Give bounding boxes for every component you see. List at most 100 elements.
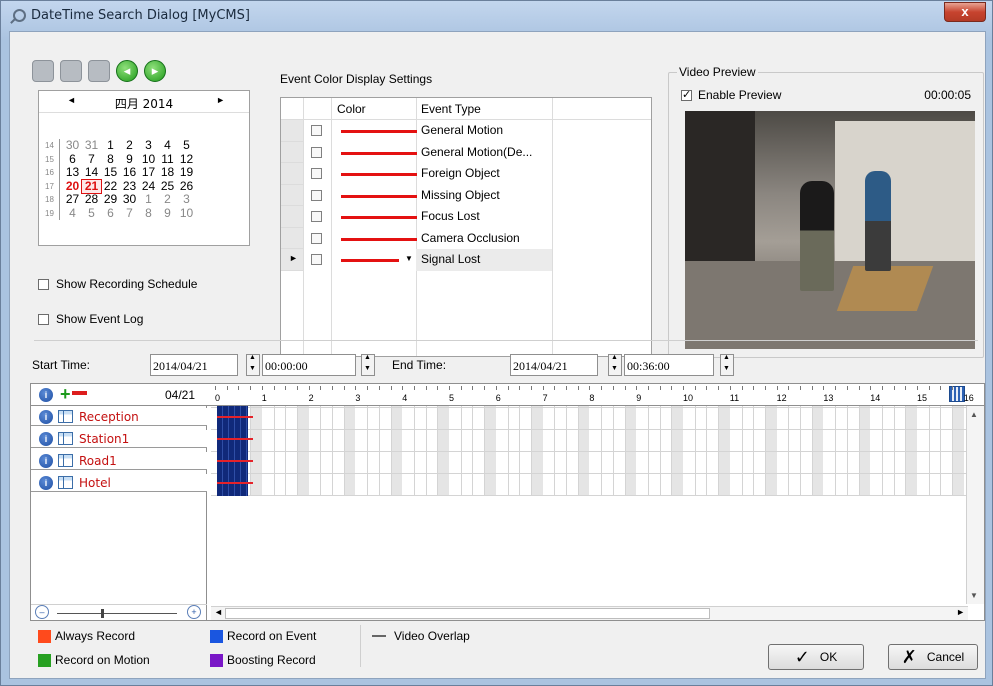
horizontal-scrollbar[interactable]: ◄ ► bbox=[211, 606, 968, 620]
camera-info-icon[interactable]: i bbox=[39, 454, 53, 468]
calendar-day[interactable]: 2 bbox=[158, 193, 177, 207]
calendar-day[interactable]: 26 bbox=[177, 179, 196, 194]
event-enable-checkbox[interactable] bbox=[311, 168, 322, 179]
recording-grid[interactable] bbox=[211, 406, 968, 496]
zoom-slider[interactable]: – + bbox=[31, 604, 207, 620]
ok-button[interactable]: ✓ OK bbox=[768, 644, 864, 670]
calendar-day[interactable]: 27 bbox=[63, 193, 82, 207]
calendar-day[interactable]: 21 bbox=[81, 178, 102, 194]
calendar-day[interactable]: 5 bbox=[82, 206, 101, 221]
camera-info-icon[interactable]: i bbox=[39, 432, 53, 446]
calendar-day[interactable]: 17 bbox=[139, 166, 158, 180]
calendar-day[interactable]: 3 bbox=[177, 193, 196, 207]
event-color-line[interactable] bbox=[341, 216, 417, 219]
end-date-spinner[interactable] bbox=[608, 354, 622, 376]
calendar-day[interactable]: 30 bbox=[63, 139, 82, 153]
calendar-day[interactable]: 8 bbox=[139, 206, 158, 221]
event-type-row[interactable]: ► ▼ Signal Lost bbox=[281, 249, 651, 271]
time-ruler[interactable]: 0 1 2 3 4 5 6 7 8 9 10 11 12 13 14 15 16 bbox=[211, 384, 974, 406]
calendar-day[interactable]: 6 bbox=[101, 206, 120, 221]
event-type-row[interactable]: Focus Lost bbox=[281, 206, 651, 228]
show-recording-schedule-option[interactable]: Show Recording Schedule bbox=[38, 277, 197, 291]
next-green-icon[interactable]: ▸ bbox=[144, 60, 166, 82]
end-time-input[interactable]: 00:36:00 bbox=[624, 354, 714, 376]
zoom-out-icon[interactable]: – bbox=[35, 605, 49, 619]
calendar-day[interactable]: 24 bbox=[139, 179, 158, 194]
event-type-row[interactable]: Camera Occlusion bbox=[281, 227, 651, 249]
calendar-day[interactable]: 15 bbox=[101, 166, 120, 180]
event-color-line[interactable] bbox=[341, 237, 417, 241]
event-enable-checkbox[interactable] bbox=[311, 254, 322, 265]
close-button[interactable]: x bbox=[944, 2, 986, 22]
horizontal-scroll-thumb[interactable] bbox=[225, 608, 710, 619]
camera-info-icon[interactable]: i bbox=[39, 410, 53, 424]
calendar-day[interactable]: 2 bbox=[120, 139, 139, 153]
calendar[interactable]: ◄ 四月 2014 ► 14 30 31 1 2 3 4 5 15 6 7 8 9 10 11 12 16 13 1… bbox=[38, 90, 250, 246]
event-color-line[interactable] bbox=[341, 130, 417, 133]
camera-row[interactable]: i Hotel bbox=[31, 474, 207, 492]
zoom-slider-thumb[interactable] bbox=[101, 609, 104, 618]
calendar-day[interactable]: 9 bbox=[158, 206, 177, 221]
event-enable-checkbox[interactable] bbox=[311, 232, 322, 244]
calendar-day[interactable]: 28 bbox=[82, 193, 101, 207]
scroll-left-icon[interactable]: ◄ bbox=[214, 607, 223, 617]
start-time-spinner[interactable] bbox=[361, 354, 375, 376]
end-time-spinner[interactable] bbox=[720, 354, 734, 376]
event-enable-checkbox[interactable] bbox=[311, 125, 322, 136]
prev-green-icon[interactable]: ◂ bbox=[116, 60, 138, 82]
link-icon[interactable] bbox=[32, 60, 54, 82]
calendar-day[interactable]: 4 bbox=[63, 206, 82, 221]
calendar-day[interactable]: 1 bbox=[139, 193, 158, 207]
show-recording-schedule-checkbox[interactable] bbox=[38, 278, 49, 290]
event-enable-checkbox[interactable] bbox=[311, 211, 322, 222]
event-color-table[interactable]: Color Event Type General Motion General M… bbox=[280, 97, 652, 357]
calendar-day[interactable]: 7 bbox=[120, 206, 139, 221]
calendar-day[interactable]: 3 bbox=[139, 139, 158, 153]
calendar-day[interactable]: 20 bbox=[63, 179, 82, 194]
calendar-day[interactable]: 1 bbox=[101, 139, 120, 153]
show-event-log-option[interactable]: Show Event Log bbox=[38, 312, 143, 326]
calendar-day[interactable]: 12 bbox=[177, 152, 196, 167]
add-camera-icon[interactable]: + bbox=[60, 384, 71, 405]
camera-info-icon[interactable]: i bbox=[39, 476, 53, 490]
event-color-line[interactable] bbox=[341, 194, 417, 198]
scroll-down-icon[interactable]: ▼ bbox=[970, 591, 978, 600]
info-icon[interactable]: i bbox=[39, 388, 53, 402]
remove-camera-icon[interactable] bbox=[72, 391, 87, 395]
calendar-day[interactable]: 4 bbox=[158, 139, 177, 153]
show-event-log-checkbox[interactable] bbox=[38, 313, 49, 325]
calendar-day[interactable]: 7 bbox=[82, 152, 101, 167]
event-type-row[interactable]: Missing Object bbox=[281, 184, 651, 206]
start-time-input[interactable]: 00:00:00 bbox=[262, 354, 356, 376]
calendar-day[interactable]: 22 bbox=[101, 179, 120, 194]
dropdown-arrow-icon[interactable]: ▼ bbox=[405, 254, 413, 263]
calendar-day[interactable]: 10 bbox=[139, 152, 158, 167]
calendar-day[interactable]: 14 bbox=[82, 166, 101, 180]
calendar-day[interactable]: 29 bbox=[101, 193, 120, 207]
calendar-day[interactable]: 11 bbox=[158, 152, 177, 167]
scroll-right-icon[interactable]: ► bbox=[956, 607, 965, 617]
camera-row[interactable]: i Reception bbox=[31, 408, 207, 426]
camera-row[interactable]: i Road1 bbox=[31, 452, 207, 470]
event-color-line[interactable] bbox=[341, 151, 417, 155]
scroll-up-icon[interactable]: ▲ bbox=[970, 410, 978, 419]
calendar-day[interactable]: 13 bbox=[63, 166, 82, 180]
calendar-day[interactable]: 25 bbox=[158, 179, 177, 194]
event-color-line[interactable] bbox=[341, 259, 399, 262]
calendar-day[interactable]: 8 bbox=[101, 152, 120, 167]
calendar-day[interactable]: 19 bbox=[177, 166, 196, 180]
calendar-day[interactable]: 9 bbox=[120, 152, 139, 167]
calendar-day[interactable]: 6 bbox=[63, 152, 82, 167]
enable-preview-checkbox[interactable] bbox=[681, 88, 692, 101]
calendar-day[interactable]: 18 bbox=[158, 166, 177, 180]
search-camera-icon[interactable] bbox=[60, 60, 82, 82]
event-type-row[interactable]: General Motion(De... bbox=[281, 141, 651, 163]
event-color-line[interactable] bbox=[341, 173, 417, 176]
export-icon[interactable] bbox=[88, 60, 110, 82]
event-enable-checkbox[interactable] bbox=[311, 146, 322, 158]
event-type-row[interactable]: General Motion bbox=[281, 120, 651, 142]
cancel-button[interactable]: ✗ Cancel bbox=[888, 644, 978, 670]
start-date-input[interactable]: 2014/04/21 bbox=[150, 354, 238, 376]
start-date-spinner[interactable] bbox=[246, 354, 260, 376]
calendar-day[interactable]: 10 bbox=[177, 206, 196, 221]
